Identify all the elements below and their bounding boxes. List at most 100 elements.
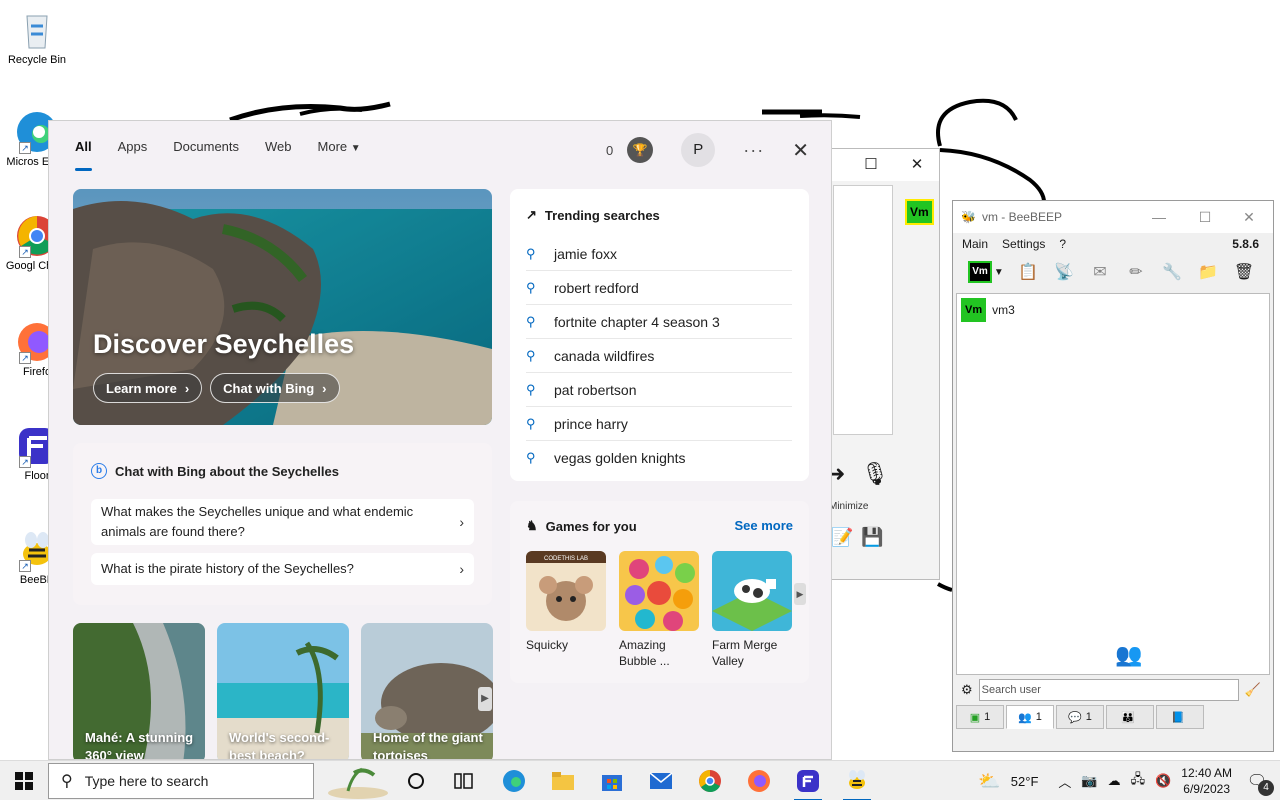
group-icon: 👪	[1121, 711, 1135, 724]
trending-item[interactable]: ⚲ jamie foxx	[526, 237, 792, 271]
floor-taskbar-icon[interactable]	[784, 761, 832, 800]
chevron-up-icon[interactable]: ︿	[1058, 772, 1071, 791]
edit-profile-icon[interactable]: 📋	[1015, 259, 1041, 285]
tile-title: Home of the giant tortoises	[373, 730, 483, 760]
settings-gear-icon[interactable]: ⚙	[961, 682, 973, 698]
vm-badge: Vm	[905, 199, 934, 225]
tools-icon[interactable]: 🔧	[1159, 259, 1185, 285]
save-icon[interactable]: 💾	[861, 527, 883, 548]
tiles-next-arrow[interactable]: ▶	[478, 687, 492, 711]
start-button[interactable]	[0, 761, 48, 800]
trash-icon[interactable]: 🗑	[1231, 259, 1257, 285]
trending-item[interactable]: ⚲ fortnite chapter 4 season 3	[526, 305, 792, 339]
chat-with-bing-button[interactable]: Chat with Bing ›	[210, 373, 340, 403]
user-item[interactable]: Vm vm3	[961, 298, 1015, 322]
tile-title: World's second-best beach?	[229, 730, 330, 760]
game-item[interactable]: Amazing Bubble ...	[619, 551, 699, 669]
search-icon: ⚲	[526, 450, 536, 465]
clear-search-icon[interactable]: 🧹	[1245, 682, 1261, 698]
search-scope-tabs: All Apps Documents Web More ▼ 0 🏆 P ··· …	[49, 121, 831, 171]
close-icon[interactable]: ✕	[1237, 207, 1261, 227]
bing-chat-heading: b Chat with Bing about the Seychelles	[91, 463, 339, 479]
tab-users[interactable]: 👥 1	[1006, 705, 1054, 729]
hero-buttons: Learn more › Chat with Bing ›	[93, 373, 340, 403]
search-user-input[interactable]: Search user	[978, 679, 1239, 701]
volume-muted-icon[interactable]: 🔇	[1155, 773, 1171, 789]
onedrive-icon[interactable]: ☁	[1108, 773, 1121, 789]
tab-documents[interactable]: Documents	[173, 139, 239, 154]
chrome-taskbar-icon[interactable]	[686, 761, 734, 800]
maximize-icon[interactable]: ☐	[861, 155, 881, 175]
network-icon[interactable]: 📡	[1051, 259, 1077, 285]
trending-item[interactable]: ⚲ robert redford	[526, 271, 792, 305]
user-search-row: ⚙ Search user 🧹	[961, 679, 1261, 701]
tab-messages[interactable]: 💬 1	[1056, 705, 1104, 729]
trending-item[interactable]: ⚲ vegas golden knights	[526, 441, 792, 475]
mail-icon[interactable]	[637, 761, 685, 800]
trending-heading: ↗ Trending searches	[526, 207, 660, 223]
story-tile[interactable]: World's second-best beach?	[217, 623, 349, 760]
meet-now-icon[interactable]: 📷	[1081, 773, 1097, 789]
tab-web[interactable]: Web	[265, 139, 292, 154]
file-explorer-icon[interactable]	[539, 761, 587, 800]
bing-question[interactable]: What is the pirate history of the Seyche…	[91, 553, 474, 585]
microsoft-store-icon[interactable]	[588, 761, 636, 800]
pencil-icon[interactable]: ✏	[1123, 259, 1149, 285]
menu-settings[interactable]: Settings	[1002, 237, 1045, 251]
trending-item[interactable]: ⚲ canada wildfires	[526, 339, 792, 373]
more-options-icon[interactable]: ···	[743, 140, 764, 161]
menu-main[interactable]: Main	[962, 237, 988, 251]
game-item[interactable]: CODETHIS LAB Squicky	[526, 551, 606, 653]
tab-chats[interactable]: ▣ 1	[956, 705, 1004, 729]
folder-icon[interactable]: 📁	[1195, 259, 1221, 285]
learn-more-button[interactable]: Learn more ›	[93, 373, 203, 403]
bing-question[interactable]: What makes the Seychelles unique and wha…	[91, 499, 474, 545]
games-next-arrow[interactable]: ▶	[794, 583, 806, 605]
system-tray: ⛅ 52°F ︿ 📷 ☁ 🖧 🔇 12:40 AM 6/9/2023 🗨 4	[978, 761, 1280, 800]
menu-help[interactable]: ?	[1059, 237, 1066, 251]
story-tile[interactable]: Home of the giant tortoises	[361, 623, 493, 760]
window-title: vm - BeeBEEP	[981, 210, 1062, 224]
game-item[interactable]: Farm Merge Valley	[712, 551, 792, 669]
notepad-icon[interactable]: 📝	[831, 527, 853, 548]
trending-searches-card: ↗ Trending searches ⚲ jamie foxx ⚲ robert …	[510, 189, 809, 481]
trending-item[interactable]: ⚲ prince harry	[526, 407, 792, 441]
shortcut-arrow-icon: ↗	[19, 246, 31, 258]
weather-icon[interactable]: ⛅	[978, 771, 1000, 792]
version-label: 5.8.6	[1232, 237, 1259, 251]
notification-center-button[interactable]: 🗨 4	[1242, 766, 1274, 796]
desktop-icon-recycle-bin[interactable]: Recycle Bin	[4, 8, 70, 67]
game-name: Squicky	[526, 638, 569, 652]
tab-groups[interactable]: 👪	[1106, 705, 1154, 729]
close-icon[interactable]: ✕	[792, 138, 809, 163]
clock[interactable]: 12:40 AM 6/9/2023	[1181, 765, 1232, 797]
tab-more[interactable]: More ▼	[318, 139, 361, 154]
weather-temperature[interactable]: 52°F	[1011, 774, 1039, 789]
minimize-icon[interactable]: —	[1147, 207, 1171, 227]
tab-all[interactable]: All	[75, 139, 92, 171]
search-icon: ⚲	[526, 347, 536, 363]
network-icon[interactable]: 🖧	[1131, 770, 1146, 792]
chevron-right-icon: ›	[459, 561, 464, 577]
search-icon: ⚲	[61, 773, 73, 790]
game-badge: CODETHIS LAB	[544, 556, 588, 562]
microphone-icon[interactable]: 🎙	[861, 461, 889, 487]
avatar[interactable]: P	[681, 133, 716, 167]
hero-card[interactable]: Discover Seychelles Learn more › Chat wit…	[73, 189, 492, 425]
beebeep-taskbar-icon[interactable]	[833, 761, 881, 800]
tab-apps[interactable]: Apps	[118, 139, 148, 154]
edge-taskbar-icon[interactable]	[490, 761, 538, 800]
status-dropdown[interactable]: Vm ▼	[967, 259, 1005, 285]
task-view-icon[interactable]	[440, 761, 488, 800]
story-tile[interactable]: Mahé: A stunning 360° view	[73, 623, 205, 759]
trending-item[interactable]: ⚲ pat robertson	[526, 373, 792, 407]
maximize-icon[interactable]: ☐	[1193, 207, 1217, 227]
rewards-trophy-icon[interactable]: 🏆	[627, 137, 654, 163]
cortana-icon[interactable]	[392, 761, 440, 800]
mail-icon[interactable]: ✉	[1087, 259, 1113, 285]
tab-files[interactable]: 📘	[1156, 705, 1204, 729]
firefox-taskbar-icon[interactable]	[735, 761, 783, 800]
close-icon[interactable]: ✕	[907, 155, 927, 175]
taskbar-search-input[interactable]: ⚲ Type here to search	[48, 763, 314, 799]
see-more-link[interactable]: See more	[734, 518, 793, 533]
